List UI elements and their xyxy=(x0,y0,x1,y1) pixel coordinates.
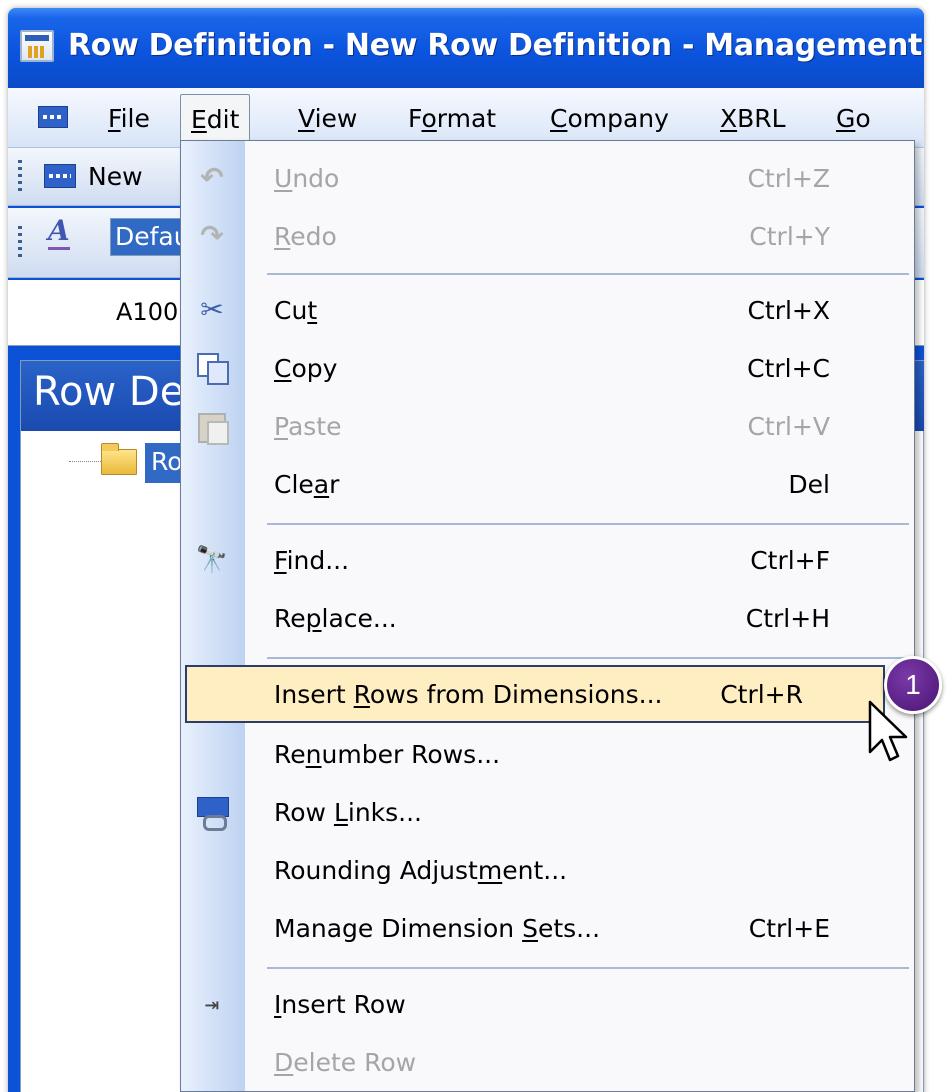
menu-item-undo[interactable]: ↶ Undo Ctrl+Z xyxy=(181,149,914,207)
menu-go[interactable]: Go xyxy=(836,104,871,133)
title-bar[interactable]: Row Definition - New Row Definition - Ma… xyxy=(8,8,924,88)
style-icon[interactable]: A xyxy=(48,215,70,250)
menu-item-rounding-adjustment[interactable]: Rounding Adjustment... xyxy=(181,841,914,899)
binoculars-icon: 🔭 xyxy=(195,545,229,575)
menu-item-manage-dimension-sets[interactable]: Manage Dimension Sets... Ctrl+E xyxy=(181,899,914,957)
window-title: Row Definition - New Row Definition - Ma… xyxy=(68,28,924,63)
menu-item-find[interactable]: 🔭 Find... Ctrl+F xyxy=(181,531,914,589)
menu-item-cut[interactable]: ✂ Cut Ctrl+X xyxy=(181,281,914,339)
shortcut: Ctrl+C xyxy=(747,354,830,383)
shortcut: Ctrl+Y xyxy=(749,222,830,251)
document-menu-icon[interactable] xyxy=(38,106,68,128)
edit-menu-dropdown: ↶ Undo Ctrl+Z ↷ Redo Ctrl+Y ✂ Cut Ctrl+X… xyxy=(180,140,915,1092)
shortcut: Ctrl+F xyxy=(750,546,830,575)
copy-icon xyxy=(195,351,229,385)
tree-connector xyxy=(69,461,105,462)
undo-icon: ↶ xyxy=(200,161,224,194)
shortcut: Ctrl+R xyxy=(720,680,803,709)
menu-format[interactable]: Format xyxy=(408,104,496,133)
insert-row-icon: ⇥ xyxy=(204,990,220,1018)
menu-item-insert-row[interactable]: ⇥ Insert Row xyxy=(181,975,914,1033)
shortcut: Ctrl+X xyxy=(747,296,830,325)
menu-item-row-links[interactable]: Row Links... xyxy=(181,783,914,841)
menu-separator xyxy=(267,657,909,659)
new-icon[interactable] xyxy=(44,164,76,188)
menu-item-redo[interactable]: ↷ Redo Ctrl+Y xyxy=(181,207,914,265)
menu-item-renumber-rows[interactable]: Renumber Rows... xyxy=(181,725,914,783)
menu-item-paste[interactable]: Paste Ctrl+V xyxy=(181,397,914,455)
menu-item-replace[interactable]: Replace... Ctrl+H xyxy=(181,589,914,647)
menu-separator xyxy=(267,273,909,275)
menu-company[interactable]: Company xyxy=(550,104,669,133)
redo-icon: ↷ xyxy=(200,219,224,252)
menu-file[interactable]: File xyxy=(108,104,150,133)
scissors-icon: ✂ xyxy=(200,293,224,326)
shortcut: Ctrl+Z xyxy=(747,164,830,193)
folder-icon xyxy=(101,443,137,475)
shortcut: Ctrl+V xyxy=(747,412,830,441)
pane-title: Row De xyxy=(33,369,185,415)
menu-item-delete-row[interactable]: Delete Row xyxy=(181,1033,914,1091)
menu-item-insert-rows-from-dimensions[interactable]: Insert Rows from Dimensions... Ctrl+R xyxy=(185,665,885,723)
toolbar-grip[interactable] xyxy=(18,160,22,194)
menu-xbrl[interactable]: XBRL xyxy=(720,104,786,133)
menu-item-clear[interactable]: Clear Del xyxy=(181,455,914,513)
app-icon xyxy=(20,30,54,62)
new-button-label[interactable]: New xyxy=(88,162,143,191)
mouse-pointer-icon xyxy=(868,700,908,762)
paste-icon xyxy=(195,409,229,445)
shortcut: Ctrl+E xyxy=(748,914,830,943)
menu-bar: File Edit View Format Company XBRL Go xyxy=(8,88,924,148)
shortcut: Ctrl+H xyxy=(745,604,830,633)
cell-reference[interactable]: A100 xyxy=(116,298,178,326)
menu-item-copy[interactable]: Copy Ctrl+C xyxy=(181,339,914,397)
toolbar-grip[interactable] xyxy=(18,226,22,260)
menu-view[interactable]: View xyxy=(298,104,357,133)
shortcut: Del xyxy=(788,470,830,499)
menu-separator xyxy=(267,967,909,969)
menu-separator xyxy=(267,523,909,525)
row-links-icon xyxy=(195,795,229,831)
